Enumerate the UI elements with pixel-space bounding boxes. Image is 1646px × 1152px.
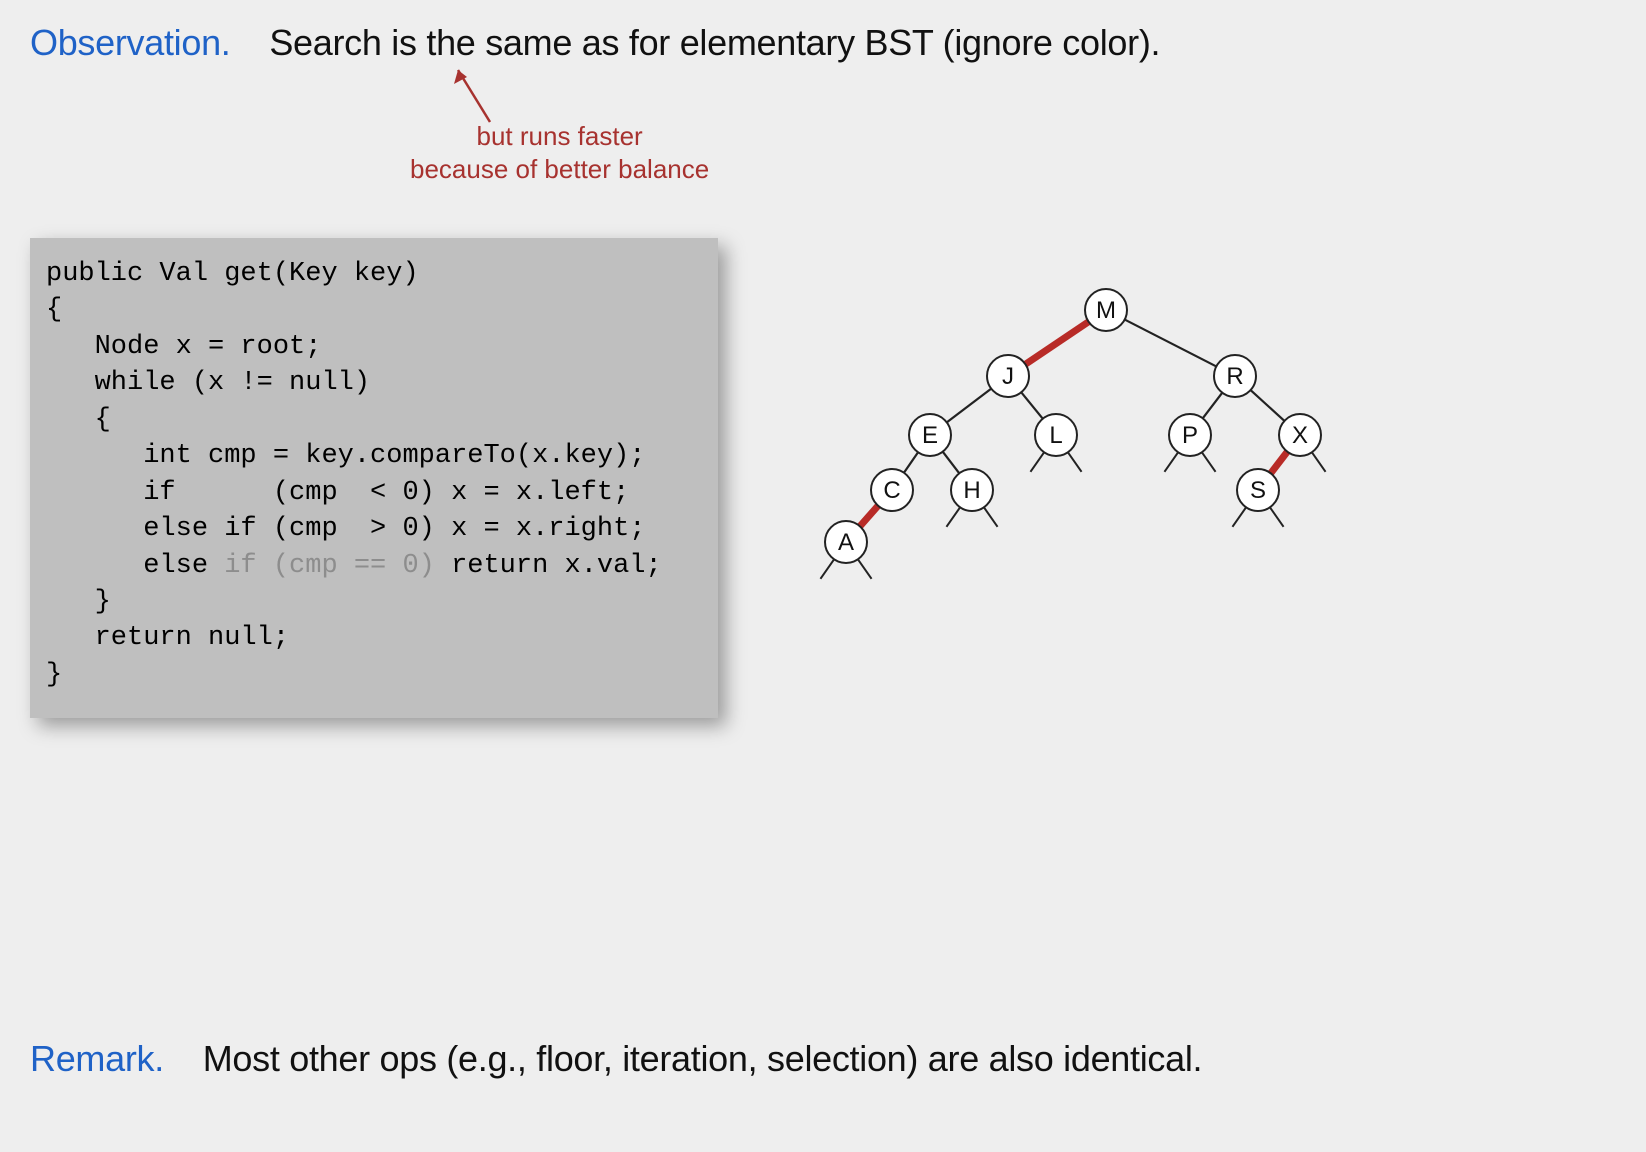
tree-edge [904,452,918,472]
tree-edge [943,452,960,474]
code-line: while (x != null) [46,368,370,398]
tree-diagram: M J R E L P X C H S A [810,280,1340,600]
tree-node-label: H [963,477,980,504]
remark-label: Remark. [30,1038,164,1079]
code-line: else if (cmp > 0) x = x.right; [46,514,646,544]
tree-null-stub [984,507,998,527]
tree-null-stub [1232,507,1246,527]
tree-null-stub [1030,452,1044,472]
tree-null-stub [820,559,834,579]
tree-null-stub [946,507,960,527]
tree-node-label: C [883,477,900,504]
code-line: int cmp = key.compareTo(x.key); [46,441,646,471]
tree-edge-red [1025,322,1088,365]
tree-null-stub [1164,452,1178,472]
code-line: } [46,660,62,690]
code-listing: public Val get(Key key) { Node x = root;… [46,256,702,693]
tree-edge [1021,392,1042,418]
code-line: return x.val; [435,551,662,581]
code-line: } [46,587,111,617]
tree-node-label: L [1049,422,1062,449]
code-line: return null; [46,623,289,653]
tree-null-stub [1068,452,1082,472]
tree-edge [1203,393,1223,419]
code-line: else [46,551,224,581]
tree-node-label: R [1226,363,1243,390]
remark-line: Remark. Most other ops (e.g., floor, ite… [30,1038,1202,1080]
tree-edge [1251,390,1285,421]
tree-edge-red [1271,452,1288,474]
tree-null-stub [1270,507,1284,527]
tree-null-stub [1202,452,1216,472]
remark-text: Most other ops (e.g., floor, iteration, … [203,1038,1203,1079]
code-line-gray: if (cmp == 0) [224,551,435,581]
tree-node-label: P [1182,422,1198,449]
code-line: if (cmp < 0) x = x.left; [46,478,629,508]
annotation-line-2: because of better balance [410,153,709,186]
tree-edge [947,389,992,423]
annotation: but runs faster because of better balanc… [410,120,709,185]
observation-label: Observation. [30,22,231,63]
observation-text: Search is the same as for elementary BST… [269,22,1160,63]
code-line: { [46,295,62,325]
observation-line: Observation. Search is the same as for e… [30,22,1160,64]
tree-null-stub [1312,452,1326,472]
tree-null-stub [858,559,872,579]
code-line: Node x = root; [46,332,321,362]
code-line: public Val get(Key key) [46,259,419,289]
tree-edge-red [860,506,878,527]
code-box: public Val get(Key key) { Node x = root;… [30,238,718,718]
tree-node-label: S [1250,477,1266,504]
tree-node-label: E [922,422,938,449]
tree-node-label: J [1002,363,1014,390]
code-line: { [46,405,111,435]
tree-node-label: X [1292,422,1308,449]
tree-node-label: M [1096,297,1116,324]
tree-edge [1125,320,1217,367]
annotation-line-1: but runs faster [410,120,709,153]
slide: Observation. Search is the same as for e… [0,0,1646,1152]
tree-node-label: A [838,529,854,556]
